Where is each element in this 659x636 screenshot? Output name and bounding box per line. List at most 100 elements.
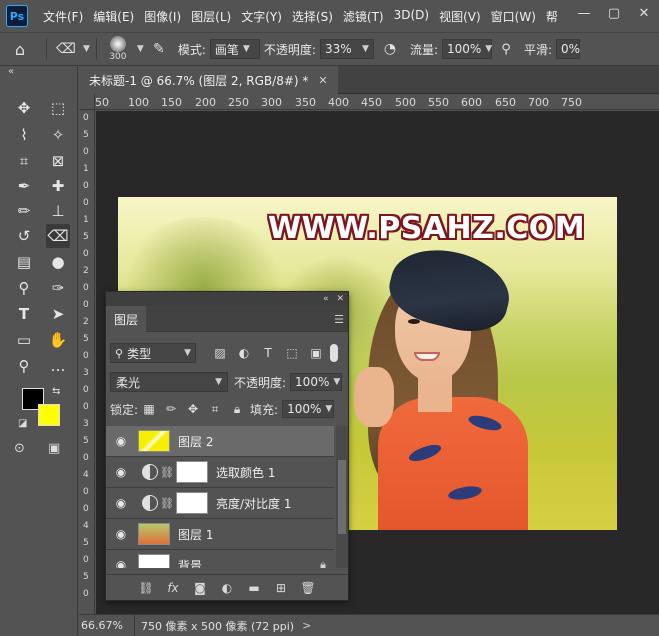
tab-layers[interactable]: 图层 [106,306,147,332]
link-layers-icon[interactable]: ⛓ [133,581,160,595]
pen-tool-icon[interactable]: ✑ [46,276,70,300]
chevron-down-icon[interactable]: ▼ [137,44,144,54]
swap-colors-icon[interactable]: ⇆ [52,386,60,397]
layer-filter-select[interactable]: ⚲ 类型 ▼ [110,343,196,363]
layer-row[interactable]: ◉ 图层 2 [106,426,334,457]
close-button[interactable]: ✕ [629,0,659,26]
delete-layer-trash-icon[interactable]: 🗑︎ [295,581,322,595]
quick-mask-icon[interactable]: ⊙ [14,441,25,456]
menu-help[interactable]: 帮 [541,8,563,25]
brush-tool-icon[interactable]: ✏ [12,199,36,223]
eraser-tool-icon[interactable]: ⌫ [46,224,70,248]
minimize-button[interactable]: — [569,0,599,26]
filter-type-icon[interactable]: T [256,346,280,360]
pressure-opacity-icon[interactable]: ◔ [374,41,406,57]
close-panel-icon[interactable]: ✕ [336,294,344,304]
clone-stamp-icon[interactable]: ⊥ [46,199,70,223]
link-chain-icon[interactable]: ⛓ [158,497,176,510]
new-group-folder-icon[interactable]: ▬ [241,581,268,595]
collapse-panel-icon[interactable]: « [323,294,329,304]
menu-file[interactable]: 文件(F) [38,8,88,25]
new-adjustment-icon[interactable]: ◐ [214,581,241,595]
filter-pixel-icon[interactable]: ▨ [208,346,232,360]
visibility-eye-icon[interactable]: ◉ [106,558,136,568]
zoom-tool-icon[interactable]: ⚲ [12,354,36,378]
menu-type[interactable]: 文字(Y) [236,8,287,25]
collapse-arrows-icon[interactable]: « [8,66,14,77]
eraser-tool-preset-icon[interactable]: ⌫ [53,41,79,57]
visibility-eye-icon[interactable]: ◉ [106,527,136,541]
menu-layer[interactable]: 图层(L) [186,8,236,25]
screen-mode-icon[interactable]: ▣ [48,441,60,456]
vertical-ruler[interactable]: 0 5 0 1 0 0 1 5 0 2 0 0 2 5 0 3 0 0 3 5 … [79,110,95,614]
document-tab[interactable]: 未标题-1 @ 66.7% (图层 2, RGB/8#) * ✕ [79,66,338,94]
layer-opacity-input[interactable]: 100% ▼ [290,373,343,391]
history-brush-icon[interactable]: ↺ [12,224,36,248]
visibility-eye-icon[interactable]: ◉ [106,434,136,448]
filter-smart-object-icon[interactable]: ▣ [304,346,328,360]
more-tools-icon[interactable]: … [46,354,70,378]
layer-row[interactable]: ◉ ⛓ 亮度/对比度 1 [106,488,334,519]
filter-toggle[interactable] [330,344,338,362]
brush-preset-picker[interactable]: 300 [103,36,133,62]
path-selection-icon[interactable]: ➤ [46,302,70,326]
scrollbar-thumb[interactable] [338,460,346,534]
visibility-eye-icon[interactable]: ◉ [106,496,136,510]
menu-image[interactable]: 图像(I) [139,8,186,25]
zoom-level[interactable]: 66.67% [79,615,135,636]
horizontal-ruler[interactable]: 50 100 150 200 250 300 350 400 450 500 5… [95,94,659,110]
healing-brush-icon[interactable]: ✚ [46,174,70,198]
blur-tool-icon[interactable]: ● [46,250,70,274]
brush-settings-icon[interactable]: ✎ [144,41,174,57]
ruler-origin[interactable] [79,94,95,110]
menu-select[interactable]: 选择(S) [287,8,338,25]
smoothing-input[interactable]: 0% [556,39,580,59]
lock-position-icon[interactable]: ✥ [182,402,204,416]
layer-style-fx-icon[interactable]: fx [160,581,187,595]
flow-input[interactable]: 100% ▼ [441,39,492,59]
airbrush-icon[interactable]: ⚲ [492,42,520,57]
rectangular-marquee-icon[interactable]: ⬚ [46,96,70,120]
panel-menu-icon[interactable]: ☰ [334,313,344,326]
lasso-tool-icon[interactable]: ⌇ [12,123,36,147]
maximize-button[interactable]: ▢ [599,0,629,26]
layer-mask-thumbnail[interactable] [176,461,208,483]
add-mask-icon[interactable]: ◙ [187,581,214,595]
mode-select[interactable]: 画笔 ▼ [209,39,260,59]
blend-mode-select[interactable]: 柔光 ▼ [110,372,228,392]
layer-mask-thumbnail[interactable] [176,492,208,514]
close-tab-icon[interactable]: ✕ [318,74,327,87]
panel-header[interactable]: « ✕ [106,292,348,306]
filter-shape-icon[interactable]: ⬚ [280,346,304,360]
eyedropper-icon[interactable]: ✒ [12,174,36,198]
move-tool-icon[interactable]: ✥ [12,96,36,120]
visibility-eye-icon[interactable]: ◉ [106,465,136,479]
new-layer-icon[interactable]: ⊞ [268,581,295,595]
chevron-down-icon[interactable]: ▼ [83,44,90,54]
menu-filter[interactable]: 滤镜(T) [338,8,389,25]
lock-image-icon[interactable]: ✏ [160,402,182,416]
link-chain-icon[interactable]: ⛓ [158,466,176,479]
fill-input[interactable]: 100% ▼ [282,400,335,418]
menu-3d[interactable]: 3D(D) [389,8,434,25]
status-menu-arrow[interactable]: > [302,619,311,632]
menu-view[interactable]: 视图(V) [434,8,486,25]
frame-tool-icon[interactable]: ⊠ [46,149,70,173]
hand-tool-icon[interactable]: ✋ [46,328,70,352]
magic-wand-icon[interactable]: ✧ [46,123,70,147]
dodge-tool-icon[interactable]: ⚲ [12,276,36,300]
rectangle-tool-icon[interactable]: ▭ [12,328,36,352]
home-icon[interactable]: ⌂ [0,40,40,59]
menu-edit[interactable]: 编辑(E) [88,8,139,25]
background-color-swatch[interactable] [38,404,60,426]
opacity-input[interactable]: 33% ▼ [319,39,374,59]
crop-tool-icon[interactable]: ⌗ [12,149,36,173]
lock-all-icon[interactable]: 🔒︎ [226,402,248,417]
menu-window[interactable]: 窗口(W) [486,8,541,25]
layer-row[interactable]: ◉ ⛓ 选取颜色 1 [106,457,334,488]
layer-list-scrollbar[interactable] [336,426,348,568]
lock-artboard-icon[interactable]: ⌗ [204,402,226,417]
lock-transparent-icon[interactable]: ▦ [138,402,160,416]
gradient-tool-icon[interactable]: ▤ [12,250,36,274]
filter-adjustment-icon[interactable]: ◐ [232,346,256,360]
